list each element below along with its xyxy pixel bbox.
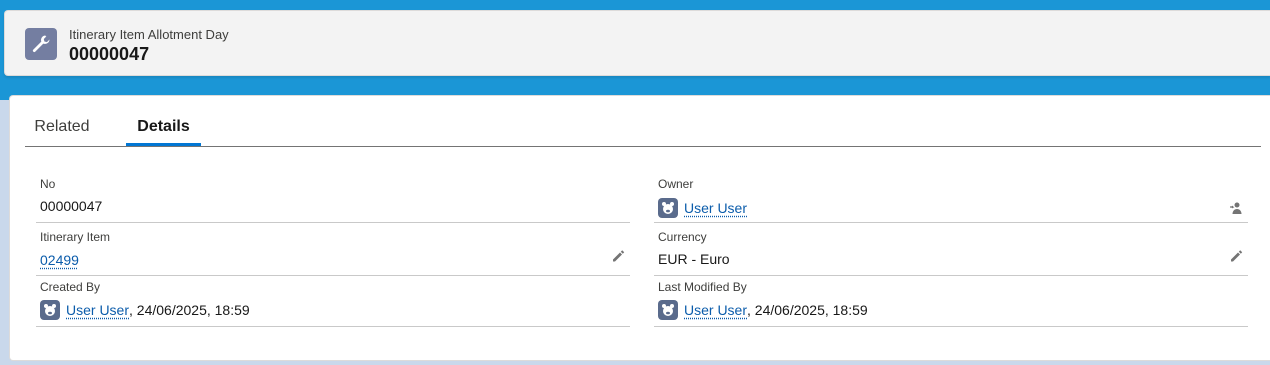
last-modified-by-link[interactable]: User User (684, 301, 747, 319)
field-owner: Owner User User (654, 175, 1248, 223)
record-header: Itinerary Item Allotment Day 00000047 (4, 10, 1270, 76)
record-title: 00000047 (69, 44, 150, 64)
created-by-link[interactable]: User User (66, 301, 129, 319)
field-value: User User , 24/06/2025, 18:59 (40, 300, 250, 320)
itinerary-item-link[interactable]: 02499 (40, 251, 79, 269)
pencil-icon[interactable] (610, 248, 626, 264)
field-label: Last Modified By (658, 280, 747, 294)
pencil-icon[interactable] (1228, 248, 1244, 264)
user-avatar-icon (658, 300, 678, 320)
details-card: Related Details No 00000047 Owner User U… (9, 95, 1270, 361)
field-value: 02499 (40, 251, 79, 269)
field-value: User User (658, 198, 747, 218)
user-avatar-icon (40, 300, 60, 320)
field-value: User User , 24/06/2025, 18:59 (658, 300, 868, 320)
field-itinerary-item: Itinerary Item 02499 (36, 228, 630, 276)
last-modified-date: , 24/06/2025, 18:59 (747, 302, 868, 318)
field-value: 00000047 (40, 198, 103, 214)
field-label: No (40, 177, 56, 191)
wrench-icon (25, 28, 57, 60)
tab-bar: Related Details (25, 96, 1261, 147)
field-currency: Currency EUR - Euro (654, 228, 1248, 276)
tab-related[interactable]: Related (25, 96, 99, 145)
field-last-modified-by: Last Modified By User User , 24/06/2025,… (654, 278, 1248, 327)
tab-details[interactable]: Details (126, 96, 201, 146)
owner-link[interactable]: User User (684, 199, 747, 217)
field-no: No 00000047 (36, 175, 630, 223)
field-label: Created By (40, 280, 101, 294)
field-created-by: Created By User User , 24/06/2025, 18:59 (36, 278, 630, 327)
change-owner-icon[interactable] (1228, 200, 1244, 216)
created-date: , 24/06/2025, 18:59 (129, 302, 250, 318)
field-label: Owner (658, 177, 694, 191)
field-label: Currency (658, 230, 707, 244)
user-avatar-icon (658, 198, 678, 218)
field-label: Itinerary Item (40, 230, 111, 244)
entity-label: Itinerary Item Allotment Day (69, 27, 229, 42)
field-value: EUR - Euro (658, 251, 730, 267)
